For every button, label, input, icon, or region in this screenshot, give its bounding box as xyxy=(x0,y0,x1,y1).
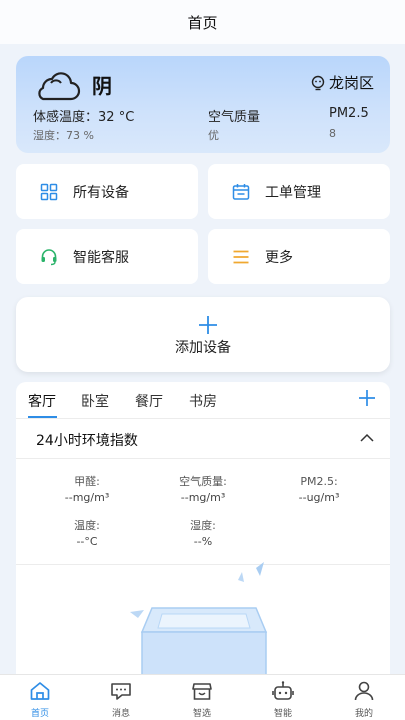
humidity-metric: 湿度: --% xyxy=(148,518,258,550)
bottom-nav: 首页 消息 智选 智能 我的 xyxy=(0,674,405,720)
more-label: 更多 xyxy=(265,249,293,266)
add-device-button[interactable]: 添加设备 xyxy=(16,297,390,372)
calendar-icon xyxy=(232,183,250,201)
nav-store[interactable]: 智选 xyxy=(172,679,232,719)
all-devices-label: 所有设备 xyxy=(73,184,129,201)
air-quality-value: 优 xyxy=(208,129,219,142)
grid-icon xyxy=(40,183,58,201)
more-button[interactable]: 更多 xyxy=(208,229,390,284)
humidity-metric-value: --% xyxy=(193,535,213,548)
room-tabs: 客厅 卧室 餐厅 书房 xyxy=(16,382,390,419)
add-room-icon[interactable] xyxy=(358,389,376,407)
customer-service-button[interactable]: 智能客服 xyxy=(16,229,198,284)
page-title: 首页 xyxy=(187,13,218,32)
pm25-metric-value: --ug/m³ xyxy=(298,491,340,504)
environment-index-header[interactable]: 24小时环境指数 xyxy=(16,419,390,459)
air-quality-metric-value: --mg/m³ xyxy=(180,491,226,504)
weather-card[interactable]: 阴 龙岗区 体感温度：32 °C 湿度：73 % 空气质量 优 PM2.5 8 xyxy=(16,56,390,153)
pm25-metric-label: PM2.5: xyxy=(300,475,338,488)
formaldehyde-label: 甲醛: xyxy=(74,475,100,488)
feel-value: 32 °C xyxy=(98,110,135,125)
tab-living-room[interactable]: 客厅 xyxy=(28,391,56,411)
active-tab-indicator xyxy=(28,416,57,418)
nav-messages-label: 消息 xyxy=(111,709,130,719)
humidity-label: 湿度： xyxy=(33,129,66,142)
plus-icon xyxy=(199,316,217,334)
add-device-label: 添加设备 xyxy=(175,340,231,356)
formaldehyde-metric: 甲醛: --mg/m³ xyxy=(32,474,142,506)
nav-profile[interactable]: 我的 xyxy=(334,679,394,719)
nav-profile-label: 我的 xyxy=(354,709,373,719)
temperature-label: 温度: xyxy=(74,519,100,532)
weather-condition: 阴 xyxy=(92,74,112,98)
profile-icon xyxy=(334,679,394,703)
nav-store-label: 智选 xyxy=(192,709,211,719)
nav-smart[interactable]: 智能 xyxy=(253,679,313,719)
work-orders-label: 工单管理 xyxy=(265,184,321,201)
menu-icon xyxy=(232,248,250,266)
air-quality-metric: 空气质量: --mg/m³ xyxy=(148,474,258,506)
empty-tray-illustration xyxy=(130,562,268,682)
top-bar: 首页 xyxy=(0,0,405,44)
humidity: 湿度：73 % xyxy=(33,127,94,143)
temperature-metric: 温度: --°C xyxy=(32,518,142,550)
formaldehyde-value: --mg/m³ xyxy=(64,491,110,504)
pm25-label: PM2.5 xyxy=(329,106,369,121)
robot-icon xyxy=(253,679,313,703)
pm25-metric: PM2.5: --ug/m³ xyxy=(264,474,374,506)
location[interactable]: 龙岗区 xyxy=(310,72,374,93)
customer-service-label: 智能客服 xyxy=(73,249,129,266)
pm25-value: 8 xyxy=(329,127,336,140)
location-pin-icon xyxy=(311,75,325,90)
rooms-panel: 客厅 卧室 餐厅 书房 24小时环境指数 甲醛: --mg/m³ 空气质量: -… xyxy=(16,382,390,682)
message-icon xyxy=(91,679,151,703)
tab-study[interactable]: 书房 xyxy=(189,391,217,411)
tab-dining-room[interactable]: 餐厅 xyxy=(135,391,163,411)
temperature-value: --°C xyxy=(76,535,98,548)
cloud-icon xyxy=(38,72,81,101)
air-quality-metric-label: 空气质量: xyxy=(179,475,227,488)
feel-label: 体感温度： xyxy=(33,110,99,125)
nav-smart-label: 智能 xyxy=(273,709,292,719)
headset-icon xyxy=(40,248,58,266)
nav-home-label: 首页 xyxy=(30,709,49,719)
location-label: 龙岗区 xyxy=(328,74,374,92)
nav-messages[interactable]: 消息 xyxy=(91,679,151,719)
chevron-up-icon[interactable] xyxy=(360,433,374,443)
tab-bedroom[interactable]: 卧室 xyxy=(81,391,109,411)
nav-home[interactable]: 首页 xyxy=(10,679,70,719)
work-orders-button[interactable]: 工单管理 xyxy=(208,164,390,219)
environment-index-title: 24小时环境指数 xyxy=(36,433,138,449)
feel-temperature: 体感温度：32 °C xyxy=(33,106,134,125)
humidity-metric-label: 湿度: xyxy=(190,519,216,532)
humidity-value: 73 % xyxy=(66,129,94,142)
home-icon xyxy=(10,679,70,703)
store-icon xyxy=(172,679,232,703)
air-quality-label: 空气质量 xyxy=(208,110,261,125)
all-devices-button[interactable]: 所有设备 xyxy=(16,164,198,219)
